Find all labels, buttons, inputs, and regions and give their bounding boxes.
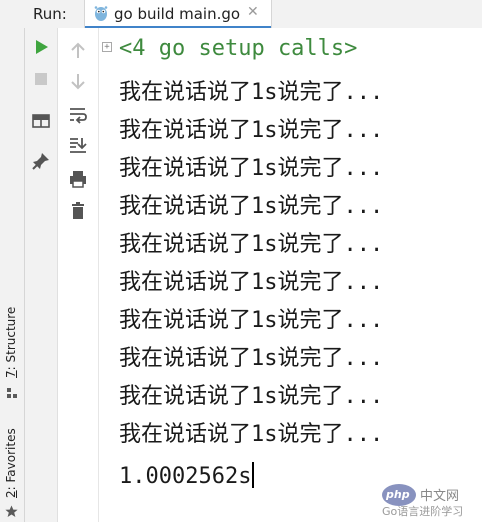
console-line: 我在说话说了1s说完了... (119, 118, 384, 143)
structure-mnemonic: 7 (4, 370, 18, 378)
gopher-icon (92, 4, 110, 22)
console-line: 我在说话说了1s说完了... (119, 346, 384, 371)
down-arrow-icon[interactable] (67, 70, 89, 92)
scroll-to-end-icon[interactable] (67, 134, 89, 156)
structure-label: : Structure (4, 306, 18, 371)
console-line: 我在说话说了1s说完了... (119, 156, 384, 181)
elapsed-time-line: 1.0002562s (119, 462, 255, 489)
favorites-mnemonic: 2 (4, 490, 18, 498)
layout-icon[interactable] (30, 110, 52, 132)
watermark-cn-text: 中文网 (420, 489, 460, 504)
favorites-label: : Favorites (4, 428, 18, 491)
structure-tool-button[interactable]: 7: Structure (4, 307, 18, 378)
run-toolwindow-header: Run: go build main.go ✕ (0, 0, 482, 29)
console-line: 我在说话说了1s说完了... (119, 308, 384, 333)
run-label: Run: (33, 5, 67, 23)
go-setup-calls-fold[interactable]: <4 go setup calls> (119, 36, 357, 61)
favorites-tool-button[interactable]: 2: Favorites (4, 428, 18, 498)
console-line: 我在说话说了1s说完了... (119, 80, 384, 105)
php-logo-text: php (386, 488, 410, 501)
soft-wrap-icon[interactable] (67, 104, 89, 126)
run-toolbar-primary (25, 28, 58, 522)
star-icon (5, 503, 18, 522)
watermark: php 中文网 Go语言进阶学习 (382, 482, 478, 518)
up-arrow-icon[interactable] (67, 40, 89, 62)
print-icon[interactable] (67, 168, 89, 190)
stop-icon[interactable] (30, 68, 52, 90)
close-icon[interactable]: ✕ (247, 4, 259, 20)
console-line: 我在说话说了1s说完了... (119, 270, 384, 295)
rerun-icon[interactable] (30, 36, 52, 58)
fold-expand-icon[interactable]: + (102, 42, 112, 52)
tab-go-build-main[interactable]: go build main.go ✕ (84, 0, 272, 29)
tool-window-strip: 7: Structure 2: Favorites (0, 28, 25, 522)
console-line: 我在说话说了1s说完了... (119, 384, 384, 409)
tab-title: go build main.go (114, 5, 241, 23)
trash-icon[interactable] (67, 200, 89, 222)
console-output[interactable]: + <4 go setup calls> 我在说话说了1s说完了... 我在说话… (98, 28, 482, 522)
text-caret (252, 462, 255, 488)
structure-icon (6, 384, 18, 403)
watermark-bottom-text: Go语言进阶学习 (382, 505, 464, 518)
console-line: 我在说话说了1s说完了... (119, 422, 384, 447)
console-line: 我在说话说了1s说完了... (119, 232, 384, 257)
console-line: 我在说话说了1s说完了... (119, 194, 384, 219)
elapsed-time: 1.0002562s (119, 464, 252, 489)
pin-icon[interactable] (30, 150, 52, 172)
run-toolbar-secondary (58, 28, 98, 522)
